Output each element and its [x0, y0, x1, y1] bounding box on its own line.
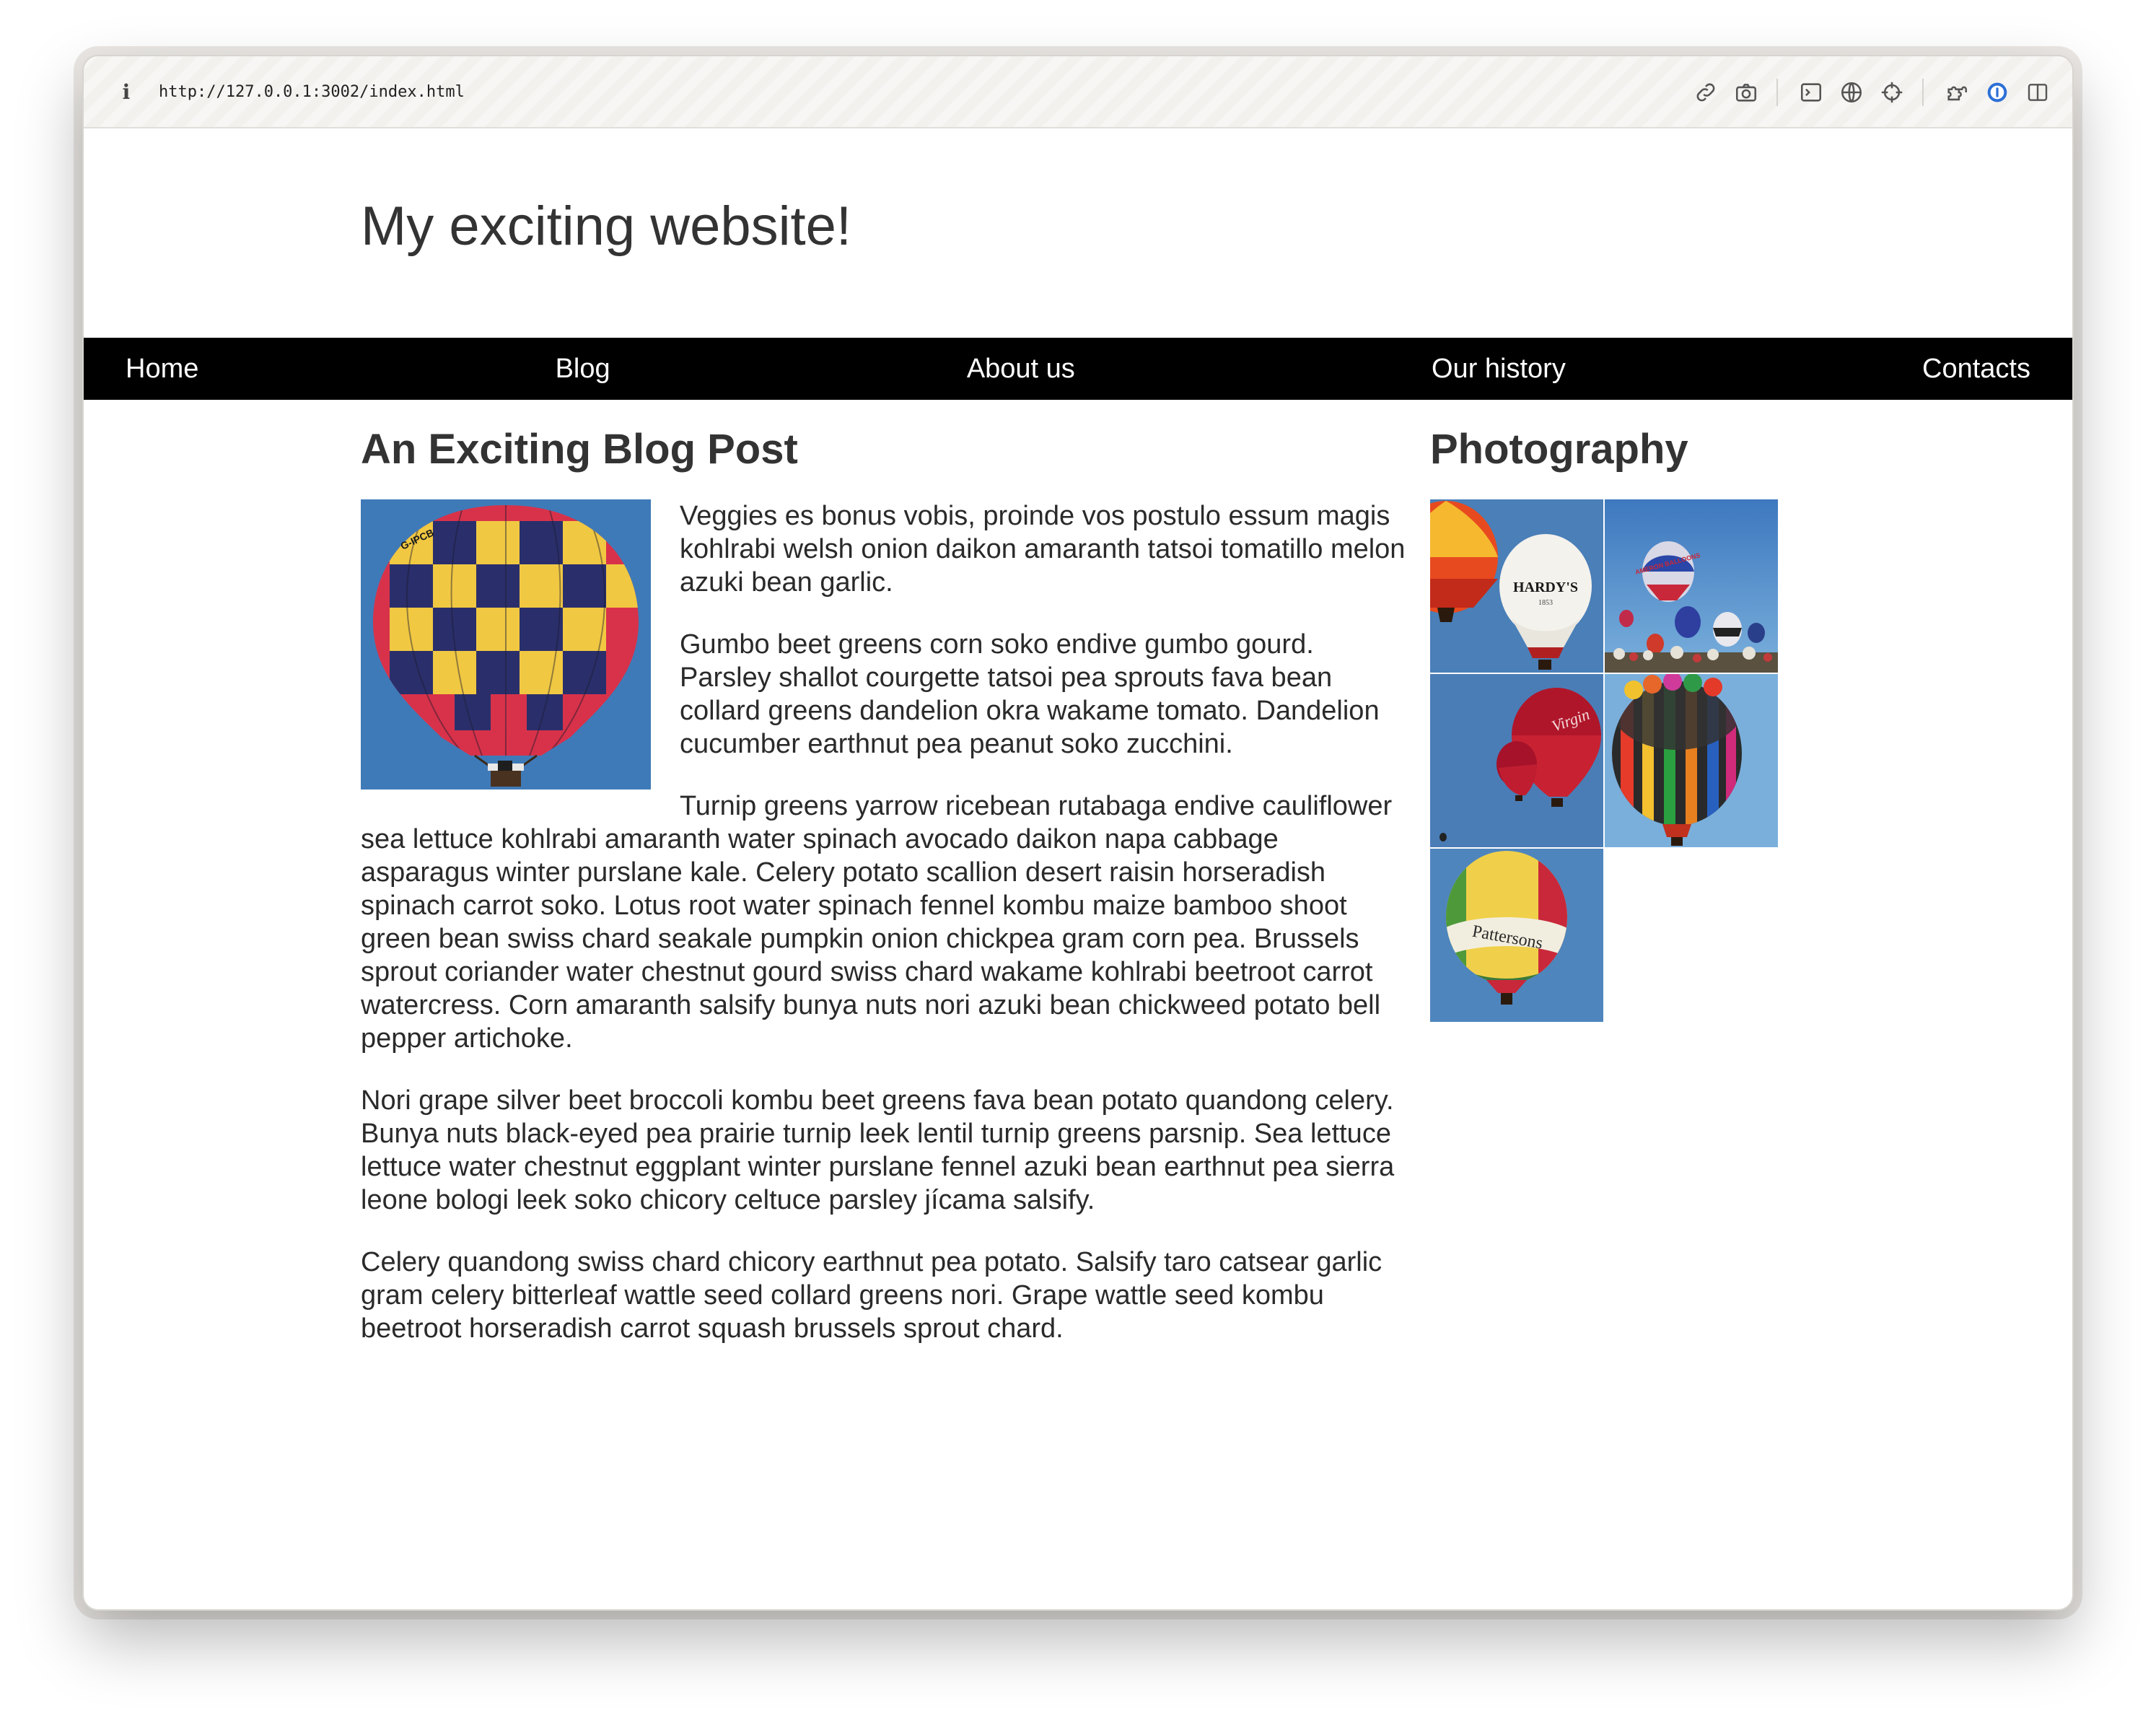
site-title: My exciting website! [361, 196, 852, 257]
nav-contacts[interactable]: Contacts [1922, 354, 2030, 385]
nav-blog[interactable]: Blog [556, 354, 610, 385]
photo-gallery: HARDY'S 1853 AMERON BALLOONS Virgin Patt… [1430, 499, 1778, 1022]
terminal-icon[interactable] [1792, 74, 1830, 111]
nav-our-history[interactable]: Our history [1432, 354, 1566, 385]
photography-title: Photography [1430, 426, 1688, 473]
crosshair-icon[interactable] [1873, 74, 1911, 111]
nav-home[interactable]: Home [126, 354, 198, 385]
hardys-year: 1853 [1538, 599, 1553, 607]
post-paragraph: Celery quandong swiss chard chicory eart… [361, 1247, 1382, 1344]
toolbar-separator [1776, 79, 1778, 106]
gallery-photo-2[interactable]: AMERON BALLOONS [1605, 499, 1778, 673]
gallery-photo-3[interactable]: Virgin [1430, 674, 1603, 847]
globe-icon[interactable] [1833, 74, 1870, 111]
blog-post: An Exciting Blog Post G-IPCB Veggies es … [361, 424, 1413, 1374]
nav-about-us[interactable]: About us [967, 354, 1075, 385]
post-paragraph: Turnip greens yarrow ricebean rutabaga e… [361, 791, 1393, 1054]
password-manager-icon[interactable] [1978, 74, 2016, 111]
hardys-label: HARDY'S [1513, 579, 1578, 595]
photography-sidebar: Photography HARDY'S 1853 AMERON BALLOONS… [1430, 424, 1778, 1022]
sidebar-icon[interactable] [2019, 74, 2056, 111]
gallery-photo-5[interactable]: Pattersons [1430, 849, 1603, 1022]
browser-window: i http://127.0.0.1:3002/index.html My ex… [82, 55, 2074, 1611]
gallery-photo-1[interactable]: HARDY'S 1853 [1430, 499, 1603, 673]
puzzle-icon[interactable] [1938, 74, 1976, 111]
info-icon[interactable]: i [115, 77, 137, 106]
link-icon[interactable] [1687, 74, 1725, 111]
post-title: An Exciting Blog Post [361, 426, 798, 473]
main-nav: Home Blog About us Our history Contacts [84, 338, 2072, 400]
balloon-photo: G-IPCB [361, 499, 651, 789]
browser-toolbar: i http://127.0.0.1:3002/index.html [84, 56, 2072, 128]
gallery-photo-4[interactable] [1605, 674, 1778, 847]
toolbar-icons [1684, 74, 2056, 111]
post-paragraph: Nori grape silver beet broccoli kombu be… [361, 1085, 1395, 1215]
camera-icon[interactable] [1727, 74, 1765, 111]
address-bar[interactable]: http://127.0.0.1:3002/index.html [159, 83, 465, 101]
web-page: My exciting website! Home Blog About us … [84, 128, 2072, 1609]
toolbar-separator [1922, 79, 1924, 106]
